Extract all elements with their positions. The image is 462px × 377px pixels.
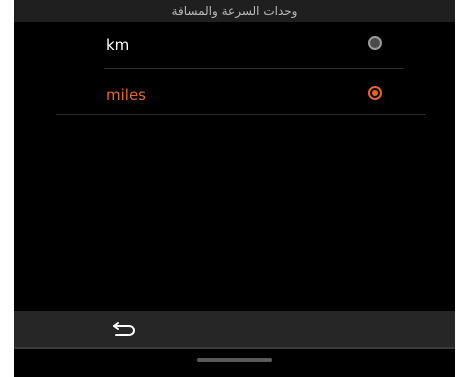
bottom-bar bbox=[14, 311, 455, 347]
divider bbox=[56, 114, 426, 115]
back-arrow-icon bbox=[113, 322, 135, 336]
option-miles[interactable]: miles bbox=[104, 72, 404, 120]
option-km[interactable]: km bbox=[104, 22, 404, 70]
home-indicator[interactable] bbox=[197, 358, 272, 362]
bottom-divider bbox=[14, 347, 455, 349]
back-button[interactable] bbox=[106, 315, 146, 343]
page-title: وحدات السرعة والمسافة bbox=[14, 0, 455, 22]
radio-miles[interactable] bbox=[368, 86, 382, 100]
settings-screen: وحدات السرعة والمسافة km miles bbox=[14, 0, 455, 377]
option-label-km: km bbox=[106, 36, 130, 54]
radio-km[interactable] bbox=[368, 36, 382, 50]
option-label-miles: miles bbox=[106, 86, 146, 104]
divider bbox=[104, 68, 404, 69]
